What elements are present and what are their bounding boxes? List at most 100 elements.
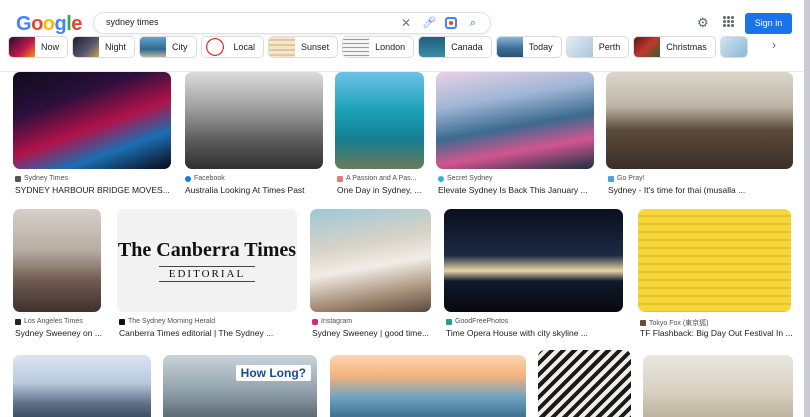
result-title[interactable]: Sydney Sweeney | good time...	[312, 328, 434, 338]
result-image[interactable]	[643, 355, 793, 417]
result-source[interactable]: GoodFreePhotos	[446, 318, 508, 325]
window-edge	[804, 0, 810, 417]
source-label: Secret Sydney	[447, 175, 493, 182]
chip-london[interactable]: London	[342, 36, 415, 58]
how-long-label: How Long?	[235, 365, 311, 381]
result-title[interactable]: TF Flashback: Big Day Out Festival In ..…	[640, 328, 792, 338]
chip-thumbnail	[720, 37, 747, 57]
site-favicon	[119, 318, 125, 325]
result-title[interactable]: Sydney Sweeney on ...	[15, 328, 105, 338]
result-title[interactable]: SYDNEY HARBOUR BRIDGE MOVES...	[15, 185, 173, 195]
chevron-right-icon[interactable]: ›	[772, 38, 776, 52]
search-icon[interactable]: ⌕	[466, 16, 480, 30]
chip-thumbnail	[269, 37, 296, 57]
chip-label: Now	[41, 42, 60, 52]
chip-label: London	[375, 42, 406, 52]
result-title[interactable]: Time Opera House with city skyline ...	[446, 328, 624, 338]
chip-thumbnail	[566, 37, 593, 57]
chip-christmas[interactable]: Christmas	[633, 36, 716, 58]
result-image[interactable]	[13, 209, 101, 312]
chip-thumbnail	[419, 37, 446, 57]
chip-more[interactable]	[719, 36, 748, 58]
gear-icon[interactable]: ⚙	[697, 15, 709, 31]
chip-sunset[interactable]: Sunset	[268, 36, 339, 58]
result-image[interactable]	[185, 72, 323, 169]
instagram-icon	[312, 318, 318, 325]
chip-thumbnail	[9, 37, 35, 57]
result-image[interactable]	[638, 209, 791, 312]
header: Google sydney times ✕ 🎤︎ ⌕ ⚙ Sign in Now…	[0, 0, 804, 72]
source-label: Facebook	[194, 175, 225, 182]
clear-icon[interactable]: ✕	[399, 16, 413, 30]
result-image[interactable]	[606, 72, 793, 169]
chip-thumbnail	[73, 37, 100, 57]
source-label: Go Pray!	[617, 175, 645, 182]
result-image[interactable]	[13, 72, 171, 169]
chip-label: City	[172, 42, 188, 52]
result-source[interactable]: Secret Sydney	[438, 175, 493, 182]
chip-now[interactable]: Now	[8, 36, 69, 58]
microphone-icon[interactable]: 🎤︎	[422, 16, 436, 30]
chip-today[interactable]: Today	[495, 36, 562, 58]
result-image[interactable]	[335, 72, 424, 169]
search-input[interactable]: sydney times	[106, 17, 159, 27]
chip-label: Today	[528, 42, 553, 52]
chip-label: Local	[233, 42, 256, 52]
sign-in-button[interactable]: Sign in	[745, 13, 792, 34]
chip-label: Night	[105, 42, 127, 52]
search-box[interactable]: sydney times ✕ 🎤︎ ⌕	[93, 12, 491, 34]
chip-label: Canada	[451, 42, 483, 52]
canberra-times-masthead: The Canberra Times	[117, 239, 297, 261]
result-source[interactable]: Los Angeles Times	[15, 318, 83, 325]
site-favicon	[337, 175, 343, 182]
site-favicon	[15, 318, 21, 325]
result-source[interactable]: Instagram	[312, 318, 352, 325]
lens-icon[interactable]	[445, 17, 457, 29]
site-favicon	[15, 175, 21, 182]
chip-thumbnail	[634, 37, 661, 57]
chip-thumbnail	[496, 37, 523, 57]
related-search-chips: Now Night City Local Sunset London Canad…	[8, 36, 748, 58]
result-image[interactable]: How Long?	[163, 355, 317, 417]
chip-canada[interactable]: Canada	[418, 36, 492, 58]
result-source[interactable]: Go Pray!	[608, 175, 645, 182]
site-favicon	[640, 320, 646, 326]
chip-thumbnail	[201, 37, 228, 57]
result-image[interactable]	[330, 355, 526, 417]
chip-label: Christmas	[666, 42, 707, 52]
chip-city[interactable]: City	[139, 36, 197, 58]
result-title[interactable]: Elevate Sydney Is Back This January ...	[438, 185, 596, 195]
facebook-icon	[185, 175, 191, 182]
result-source[interactable]: A Passion and A Pas...	[337, 175, 416, 182]
source-label: The Sydney Morning Herald	[128, 318, 216, 325]
result-source[interactable]: Facebook	[185, 175, 225, 182]
chip-thumbnail	[140, 37, 167, 57]
result-title[interactable]: Canberra Times editorial | The Sydney ..…	[119, 328, 299, 338]
result-title[interactable]: Australia Looking At Times Past	[185, 185, 325, 195]
source-label: Sydney Times	[24, 175, 68, 182]
result-source[interactable]: The Sydney Morning Herald	[119, 318, 215, 325]
chip-night[interactable]: Night	[72, 36, 136, 58]
source-label: A Passion and A Pas...	[346, 175, 417, 182]
result-title[interactable]: One Day in Sydney, ...	[337, 185, 427, 195]
chip-label: Perth	[598, 42, 621, 52]
apps-grid-icon[interactable]	[723, 16, 734, 27]
source-label: Tokyo Fox (東京狐)	[649, 320, 709, 327]
result-image[interactable]: The Canberra Times EDITORIAL	[117, 209, 297, 312]
result-image[interactable]	[538, 350, 631, 417]
chip-perth[interactable]: Perth	[565, 36, 630, 58]
result-image[interactable]	[444, 209, 623, 312]
result-image[interactable]	[13, 355, 151, 417]
result-source[interactable]: Sydney Times	[15, 175, 68, 182]
source-label: Los Angeles Times	[24, 318, 83, 325]
result-image[interactable]	[436, 72, 594, 169]
chip-thumbnail	[343, 37, 370, 57]
site-favicon	[438, 175, 444, 182]
google-images-page: Google sydney times ✕ 🎤︎ ⌕ ⚙ Sign in Now…	[0, 0, 810, 417]
result-title[interactable]: Sydney - It's time for thai (musalla ...	[608, 185, 794, 195]
google-logo[interactable]: Google	[16, 13, 82, 36]
editorial-label: EDITORIAL	[158, 266, 256, 282]
chip-local[interactable]: Local	[200, 36, 265, 58]
result-source[interactable]: Tokyo Fox (東京狐)	[640, 318, 709, 328]
result-image[interactable]	[310, 209, 431, 312]
